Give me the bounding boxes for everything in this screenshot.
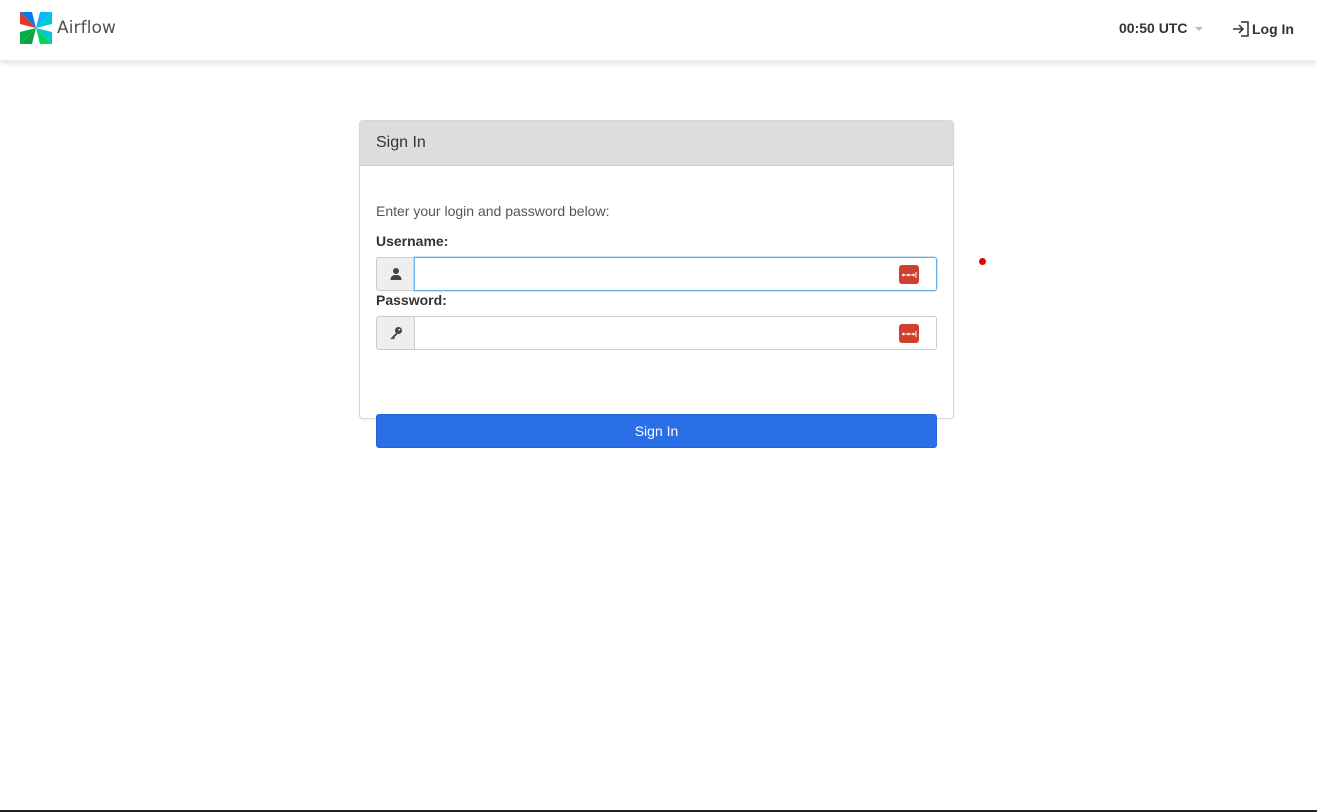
key-icon xyxy=(390,327,402,340)
airflow-logo-icon xyxy=(20,11,52,44)
username-addon xyxy=(376,257,414,291)
intro-text: Enter your login and password below: xyxy=(376,203,610,219)
password-field[interactable] xyxy=(414,316,937,350)
username-field[interactable] xyxy=(414,257,937,291)
user-icon xyxy=(390,268,401,280)
login-label: Log In xyxy=(1252,21,1294,37)
username-input[interactable] xyxy=(415,258,936,290)
password-input[interactable] xyxy=(415,317,936,349)
password-input-group xyxy=(376,316,937,350)
username-input-group xyxy=(376,257,937,291)
chevron-down-icon xyxy=(1195,27,1204,31)
top-navbar: Airflow 00:50 UTC Log In xyxy=(0,0,1317,61)
sign-in-button[interactable]: Sign In xyxy=(376,414,937,448)
brand-home-link[interactable]: Airflow xyxy=(18,9,116,47)
brand-name: Airflow xyxy=(57,18,117,38)
password-manager-icon[interactable] xyxy=(899,265,919,284)
password-addon xyxy=(376,316,414,350)
clock-dropdown[interactable]: 00:50 UTC xyxy=(1119,20,1204,36)
panel-heading: Sign In xyxy=(360,121,953,166)
sign-in-panel: Sign In Enter your login and password be… xyxy=(359,120,954,448)
panel-title: Sign In xyxy=(376,134,426,151)
password-label: Password: xyxy=(376,292,447,308)
password-manager-icon[interactable] xyxy=(899,324,919,343)
login-link[interactable]: Log In xyxy=(1232,20,1294,38)
sign-in-icon xyxy=(1233,21,1249,37)
username-label: Username: xyxy=(376,233,449,249)
clock-label: 00:50 UTC xyxy=(1119,20,1188,36)
cursor-marker-dot xyxy=(979,258,986,265)
